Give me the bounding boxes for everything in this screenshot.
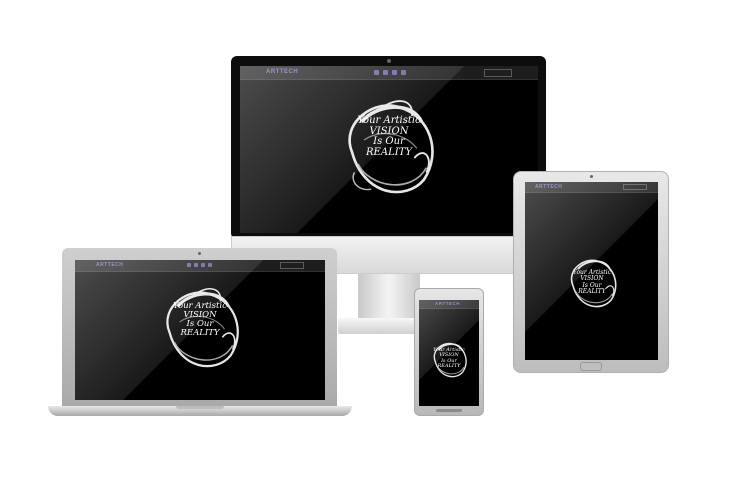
brand-logo[interactable]: ARTTECH (266, 69, 298, 75)
nav-link[interactable] (201, 263, 205, 267)
tablet-screen: ARTTECH Your Artistic VISION Is Our REAL… (525, 182, 658, 360)
phone-home-bar[interactable] (436, 409, 462, 412)
hero-line-4: REALITY (366, 146, 412, 158)
camera-dot (387, 59, 391, 63)
hero-line-4: REALITY (180, 327, 220, 338)
hero-text: Your Artistic VISION Is Our REALITY (160, 302, 240, 338)
brand-logo[interactable]: ARTTECH (535, 184, 562, 190)
nav-link[interactable] (374, 70, 379, 75)
desktop-stand-neck (358, 274, 420, 320)
brand-logo[interactable]: ARTTECH (435, 301, 460, 306)
hero-line-4: REALITY (437, 362, 461, 369)
phone-screen: ARTTECH Your Artistic VISION Is Our REAL… (419, 300, 479, 406)
navbar: ARTTECH (525, 182, 658, 193)
hero-text: Your Artistic VISION Is Our REALITY (566, 269, 618, 295)
nav-link[interactable] (392, 70, 397, 75)
camera-dot (590, 175, 593, 178)
navbar: ARTTECH (75, 260, 325, 272)
hero-line-3: Is Our (373, 136, 405, 147)
nav-link[interactable] (383, 70, 388, 75)
camera-dot (198, 252, 201, 255)
nav-link[interactable] (194, 263, 198, 267)
navbar: ARTTECH (419, 300, 479, 309)
laptop-notch (176, 406, 224, 409)
nav-links (187, 263, 212, 267)
nav-link[interactable] (187, 263, 191, 267)
laptop-screen: ARTTECH Your Artistic VISION Is Our REAL… (75, 260, 325, 400)
nav-button[interactable] (484, 69, 512, 77)
desktop-screen: ARTTECH Your Artistic VISION Is Our REAL… (240, 66, 538, 233)
hero-text: Your Artistic VISION Is Our REALITY (429, 347, 469, 369)
nav-link[interactable] (401, 70, 406, 75)
nav-button[interactable] (623, 184, 647, 190)
hero-text: Your Artistic VISION Is Our REALITY (339, 115, 439, 158)
tablet-home-button[interactable] (580, 362, 602, 371)
nav-link[interactable] (208, 263, 212, 267)
navbar: ARTTECH (240, 66, 538, 80)
hero-line-1: Your Artistic (357, 115, 421, 126)
nav-button[interactable] (280, 262, 304, 269)
hero-line-4: REALITY (578, 287, 606, 295)
nav-links (374, 70, 406, 75)
brand-logo[interactable]: ARTTECH (96, 262, 123, 268)
